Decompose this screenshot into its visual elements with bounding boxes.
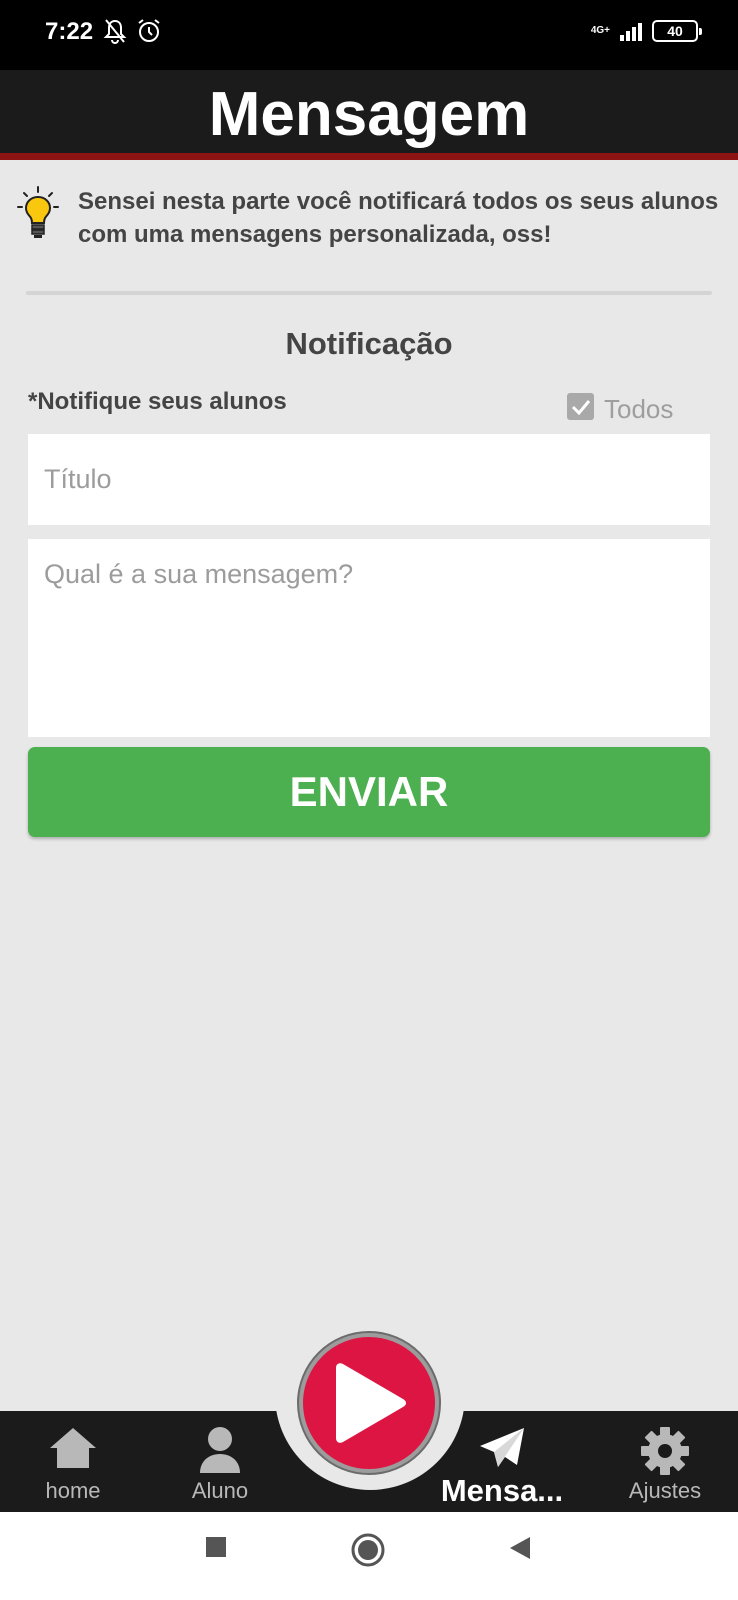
message-input[interactable] <box>28 539 710 737</box>
battery-level: 40 <box>667 23 683 39</box>
recents-icon[interactable] <box>204 1535 228 1564</box>
title-input[interactable] <box>28 434 710 525</box>
play-button[interactable] <box>299 1333 439 1473</box>
paper-plane-icon <box>480 1428 524 1467</box>
bell-off-icon <box>103 18 127 49</box>
battery-icon: 40 <box>652 20 702 42</box>
network-type: 4G+ <box>590 25 610 36</box>
status-indicators: 4G+ 40 <box>590 20 702 42</box>
nav-item-home[interactable]: home <box>8 1420 138 1505</box>
checkbox-checked-icon[interactable] <box>567 393 594 420</box>
send-button[interactable]: ENVIAR <box>28 747 710 837</box>
app-header: Mensagem <box>0 70 738 160</box>
home-circle-icon[interactable] <box>351 1533 385 1572</box>
status-bar: 7:22 4G+ 40 <box>0 0 738 70</box>
todos-label: Todos <box>604 394 674 424</box>
nav-item-ajustes[interactable]: Ajustes <box>600 1420 730 1505</box>
section-title: Notificação <box>285 326 453 361</box>
info-tip: Sensei nesta parte você notificará todos… <box>16 185 726 251</box>
nav-item-mensagem[interactable]: Mensa... <box>437 1420 567 1508</box>
alarm-icon <box>136 18 162 49</box>
notify-label: *Notifique seus alunos <box>28 388 287 415</box>
play-icon <box>336 1363 406 1443</box>
home-icon <box>50 1428 96 1468</box>
nav-label-home: home <box>45 1478 101 1503</box>
back-icon[interactable] <box>508 1535 532 1566</box>
signal-icon <box>620 21 642 41</box>
status-time: 7:22 <box>45 18 94 45</box>
user-icon <box>200 1427 240 1473</box>
nav-label-mensagem: Mensa... <box>440 1473 564 1508</box>
nav-label-ajustes: Ajustes <box>628 1478 702 1503</box>
tip-text: Sensei nesta parte você notificará todos… <box>78 188 719 248</box>
system-navigation-bar <box>0 1512 738 1600</box>
nav-label-aluno: Aluno <box>191 1478 249 1503</box>
divider <box>26 291 712 295</box>
lightbulb-icon <box>16 185 60 241</box>
page-title: Mensagem <box>208 80 530 149</box>
gear-icon <box>641 1427 689 1475</box>
todos-checkbox[interactable]: Todos <box>567 388 673 425</box>
nav-item-aluno[interactable]: Aluno <box>155 1420 285 1505</box>
